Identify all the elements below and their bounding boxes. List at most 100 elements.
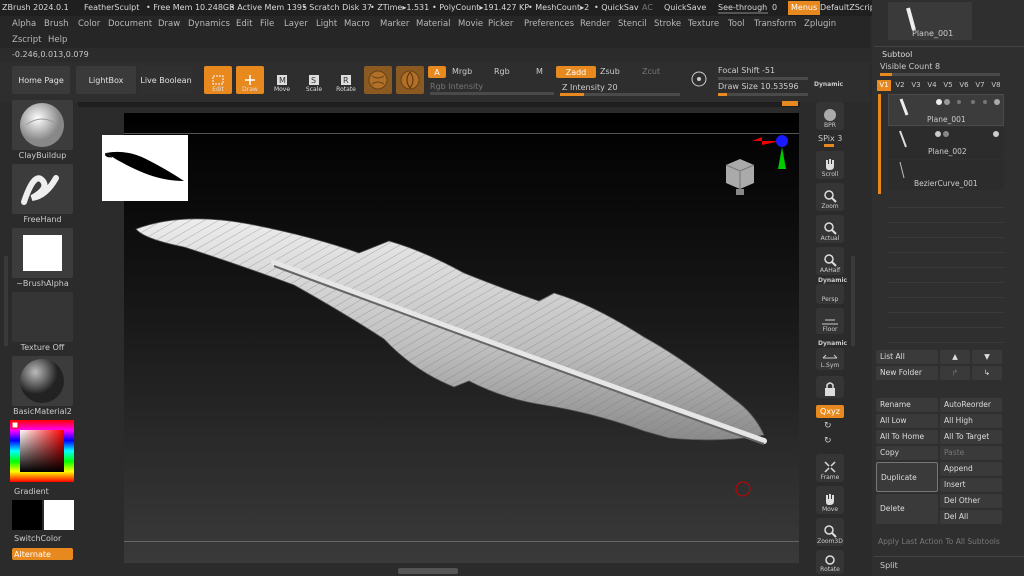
subtool-item-active[interactable]: Plane_001 — [888, 94, 1004, 126]
menu-marker[interactable]: Marker — [380, 19, 409, 29]
all-high-button[interactable]: All High — [940, 414, 1002, 428]
bottom-scroll-handle[interactable] — [398, 568, 458, 574]
m-toggle[interactable]: M — [536, 67, 543, 76]
alternate-toggle[interactable]: Alternate — [12, 548, 73, 560]
tab-v6[interactable]: V6 — [957, 80, 971, 91]
copy-button[interactable]: Copy — [876, 446, 938, 460]
menu-edit[interactable]: Edit — [236, 19, 252, 29]
menus-toggle[interactable]: Menus — [788, 1, 821, 15]
duplicate-button[interactable]: Duplicate — [876, 462, 938, 492]
zoom3d-button[interactable]: Zoom3D — [816, 518, 844, 546]
move-down-icon[interactable]: ↳ — [972, 366, 1002, 380]
gradient-toggle[interactable]: Gradient — [14, 487, 49, 496]
scale-button[interactable]: S Scale — [300, 66, 328, 94]
tab-v2[interactable]: V2 — [893, 80, 907, 91]
subtool-item[interactable]: Plane_002 — [888, 127, 1004, 159]
draw-button[interactable]: Draw — [236, 66, 264, 94]
lock-button[interactable] — [816, 376, 844, 398]
menu-transform[interactable]: Transform — [754, 19, 796, 29]
focal-shift-slider[interactable]: Focal Shift -51 — [718, 66, 775, 75]
primary-color-swatch[interactable] — [12, 500, 42, 530]
rgb-intensity-slider[interactable]: Rgb Intensity — [430, 82, 483, 91]
menu-stencil[interactable]: Stencil — [618, 19, 647, 29]
subtool-title[interactable]: Subtool — [882, 50, 912, 59]
menu-tool[interactable]: Tool — [728, 19, 745, 29]
alpha-thumb[interactable] — [12, 228, 73, 278]
a-toggle[interactable]: A — [428, 66, 446, 78]
tab-v8[interactable]: V8 — [989, 80, 1003, 91]
menu-layer[interactable]: Layer — [284, 19, 308, 29]
persp-button[interactable]: Persp — [816, 284, 844, 304]
color-picker[interactable] — [10, 420, 74, 482]
aahalf-button[interactable]: AAHalf — [816, 247, 844, 275]
subtool-item[interactable]: BezierCurve_001 — [888, 160, 1004, 190]
right-tray-handle[interactable] — [851, 256, 855, 346]
left-tray-handle[interactable] — [4, 256, 8, 346]
menu-brush[interactable]: Brush — [44, 19, 69, 29]
rotate-button[interactable]: R Rotate — [332, 66, 360, 94]
draw-size-slider[interactable]: Draw Size 10.53596 — [718, 82, 799, 91]
menu-zplugin[interactable]: Zplugin — [804, 19, 836, 29]
list-all-button[interactable]: List All — [876, 350, 938, 364]
menu-draw[interactable]: Draw — [158, 19, 180, 29]
frame-button[interactable]: Frame — [816, 454, 844, 482]
secondary-color-swatch[interactable] — [44, 500, 74, 530]
zsub-toggle[interactable]: Zsub — [600, 67, 620, 76]
dynamic-label[interactable]: Dynamic — [814, 81, 843, 88]
menu-document[interactable]: Document — [108, 19, 152, 29]
visible-count-slider[interactable]: Visible Count 8 — [880, 62, 940, 71]
menu-material[interactable]: Material — [416, 19, 451, 29]
qxyz-toggle[interactable]: Qxyz — [816, 405, 844, 418]
tab-v5[interactable]: V5 — [941, 80, 955, 91]
zadd-toggle[interactable]: Zadd — [556, 66, 596, 78]
zoom-button[interactable]: Zoom — [816, 183, 844, 211]
top-scroll-handle[interactable] — [782, 101, 798, 106]
tab-v3[interactable]: V3 — [909, 80, 923, 91]
menu-texture[interactable]: Texture — [688, 19, 719, 29]
lightbox-button[interactable]: LightBox — [76, 66, 136, 94]
floor-button[interactable]: Floor — [816, 308, 844, 334]
menu-dynamics[interactable]: Dynamics — [188, 19, 230, 29]
edit-button[interactable]: Edit — [204, 66, 232, 94]
menu-macro[interactable]: Macro — [344, 19, 370, 29]
menu-file[interactable]: File — [260, 19, 274, 29]
split-section[interactable]: Split — [880, 561, 898, 570]
all-low-button[interactable]: All Low — [876, 414, 938, 428]
default-zscript[interactable]: DefaultZScript — [820, 0, 878, 16]
tab-v7[interactable]: V7 — [973, 80, 987, 91]
material-thumb[interactable] — [12, 356, 73, 406]
axis-gizmo-icon[interactable] — [744, 131, 794, 175]
texture-thumb[interactable] — [12, 292, 73, 342]
rename-button[interactable]: Rename — [876, 398, 938, 412]
all-to-target-button[interactable]: All To Target — [940, 430, 1002, 444]
append-button[interactable]: Append — [940, 462, 1002, 476]
move-up-icon[interactable]: ↱ — [940, 366, 970, 380]
sculpt-sphere-button[interactable] — [396, 66, 424, 94]
paste-button[interactable]: Paste — [940, 446, 1002, 460]
move-button[interactable]: M Move — [268, 66, 296, 94]
insert-button[interactable]: Insert — [940, 478, 1002, 492]
scroll-button[interactable]: Scroll — [816, 151, 844, 179]
subtool-scrollbar[interactable] — [878, 94, 881, 194]
all-to-home-button[interactable]: All To Home — [876, 430, 938, 444]
menu-zscript[interactable]: Zscript — [12, 35, 42, 45]
menu-help[interactable]: Help — [48, 35, 67, 45]
lsym-button[interactable]: L.Sym — [816, 348, 844, 370]
menu-light[interactable]: Light — [316, 19, 337, 29]
switchcolor-button[interactable]: SwitchColor — [14, 534, 61, 543]
apply-last-action-button[interactable]: Apply Last Action To All Subtools — [878, 537, 1000, 546]
spix-slider[interactable]: SPix 3 — [818, 134, 842, 143]
autoreorder-button[interactable]: AutoReorder — [940, 398, 1002, 412]
z-intensity-slider[interactable]: Z Intensity 20 — [562, 83, 618, 92]
menu-stroke[interactable]: Stroke — [654, 19, 681, 29]
tool-thumb[interactable]: Plane_001 — [888, 2, 972, 40]
menu-color[interactable]: Color — [78, 19, 100, 29]
bpr-button[interactable]: BPR — [816, 102, 844, 130]
menu-preferences[interactable]: Preferences — [524, 19, 574, 29]
menu-picker[interactable]: Picker — [488, 19, 513, 29]
menu-alpha[interactable]: Alpha — [12, 19, 36, 29]
canvas-viewport[interactable] — [102, 113, 799, 563]
menu-render[interactable]: Render — [580, 19, 610, 29]
new-folder-button[interactable]: New Folder — [876, 366, 938, 380]
rotate-view-button[interactable]: Rotate — [816, 550, 844, 574]
